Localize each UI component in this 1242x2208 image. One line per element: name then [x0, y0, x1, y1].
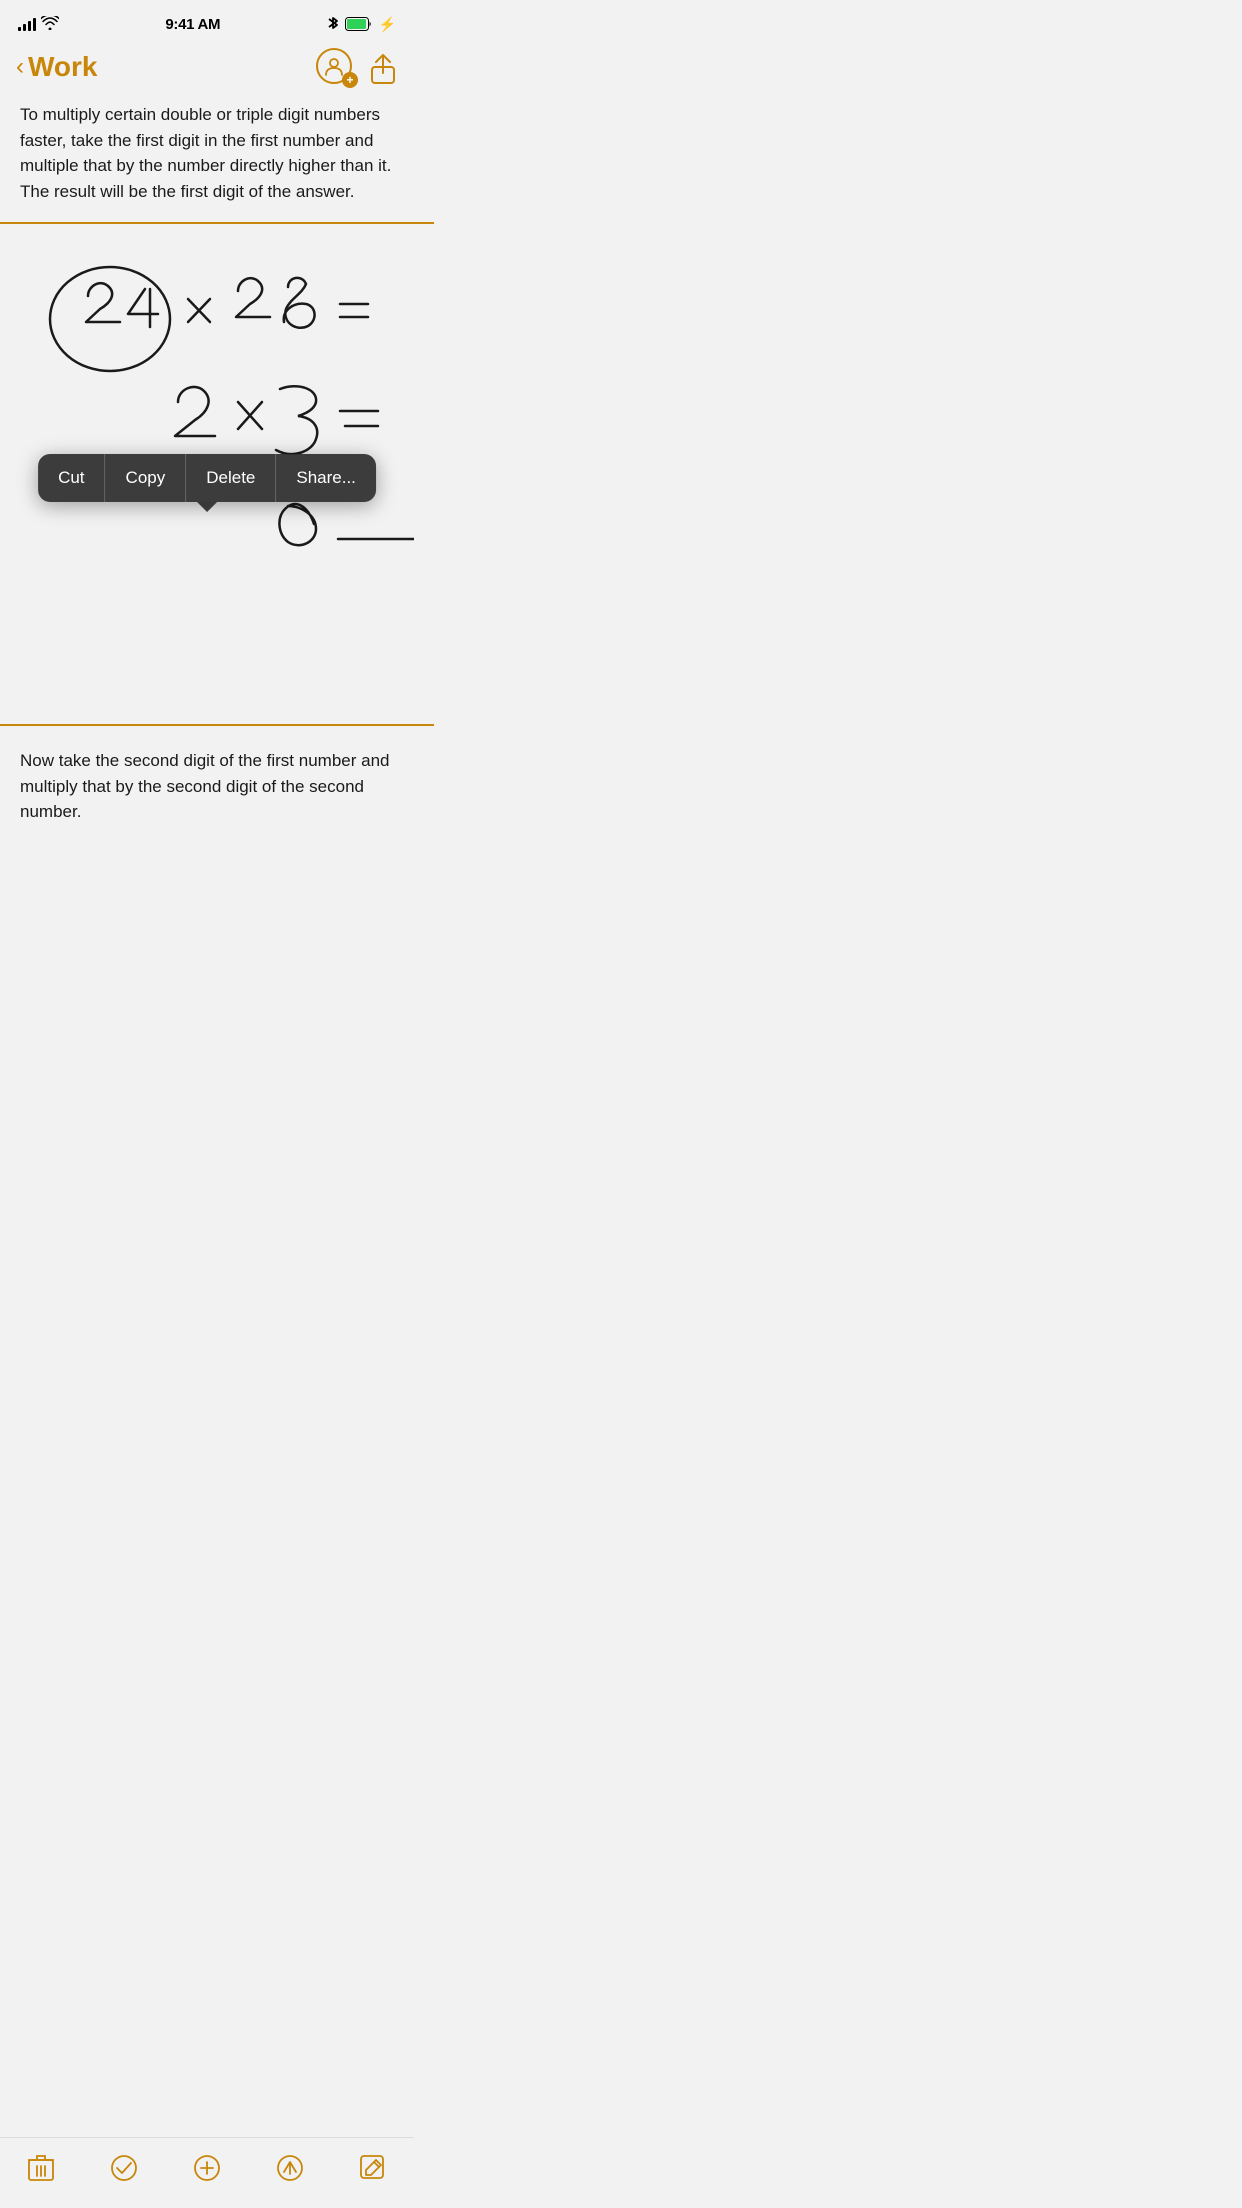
note-content: To multiply certain double or triple dig… — [0, 94, 414, 204]
charging-icon: ⚡ — [379, 16, 396, 33]
context-menu-container: Cut Copy Delete Share... — [38, 454, 376, 502]
context-menu-cut[interactable]: Cut — [38, 454, 105, 502]
add-collaborator-button[interactable]: + — [316, 48, 354, 86]
add-button[interactable] — [182, 2148, 232, 2188]
back-label: Work — [28, 51, 98, 83]
divider-bottom — [0, 718, 434, 732]
status-time: 9:41 AM — [165, 16, 220, 33]
share-button[interactable] — [370, 53, 398, 81]
divider-top — [0, 216, 434, 230]
compose-button[interactable] — [348, 2148, 398, 2188]
divider-line-top — [0, 222, 434, 224]
context-menu-arrow — [197, 502, 217, 512]
note-text-1: To multiply certain double or triple dig… — [20, 102, 394, 204]
nav-actions: + — [316, 48, 398, 86]
plus-badge-icon: + — [342, 72, 358, 88]
trash-button[interactable] — [16, 2148, 66, 2188]
status-left — [18, 16, 59, 33]
status-bar: 9:41 AM ⚡ — [0, 0, 414, 44]
battery-icon — [345, 17, 373, 31]
toolbar — [0, 2137, 414, 2208]
context-menu-share[interactable]: Share... — [276, 454, 376, 502]
bluetooth-icon — [327, 15, 339, 34]
back-button[interactable]: ‹ Work — [16, 51, 98, 83]
divider-line-bottom — [0, 724, 434, 726]
note-text-2: Now take the second digit of the first n… — [0, 736, 414, 905]
checkmark-button[interactable] — [99, 2148, 149, 2188]
send-button[interactable] — [265, 2148, 315, 2188]
status-right: ⚡ — [327, 15, 396, 34]
signal-icon — [18, 17, 36, 31]
context-menu-copy[interactable]: Copy — [106, 454, 187, 502]
wifi-icon — [41, 16, 59, 33]
context-menu: Cut Copy Delete Share... — [38, 454, 376, 512]
drawing-area[interactable]: Cut Copy Delete Share... — [0, 234, 414, 714]
back-chevron-icon: ‹ — [16, 53, 24, 81]
context-menu-delete[interactable]: Delete — [186, 454, 276, 502]
nav-bar: ‹ Work + — [0, 44, 414, 94]
